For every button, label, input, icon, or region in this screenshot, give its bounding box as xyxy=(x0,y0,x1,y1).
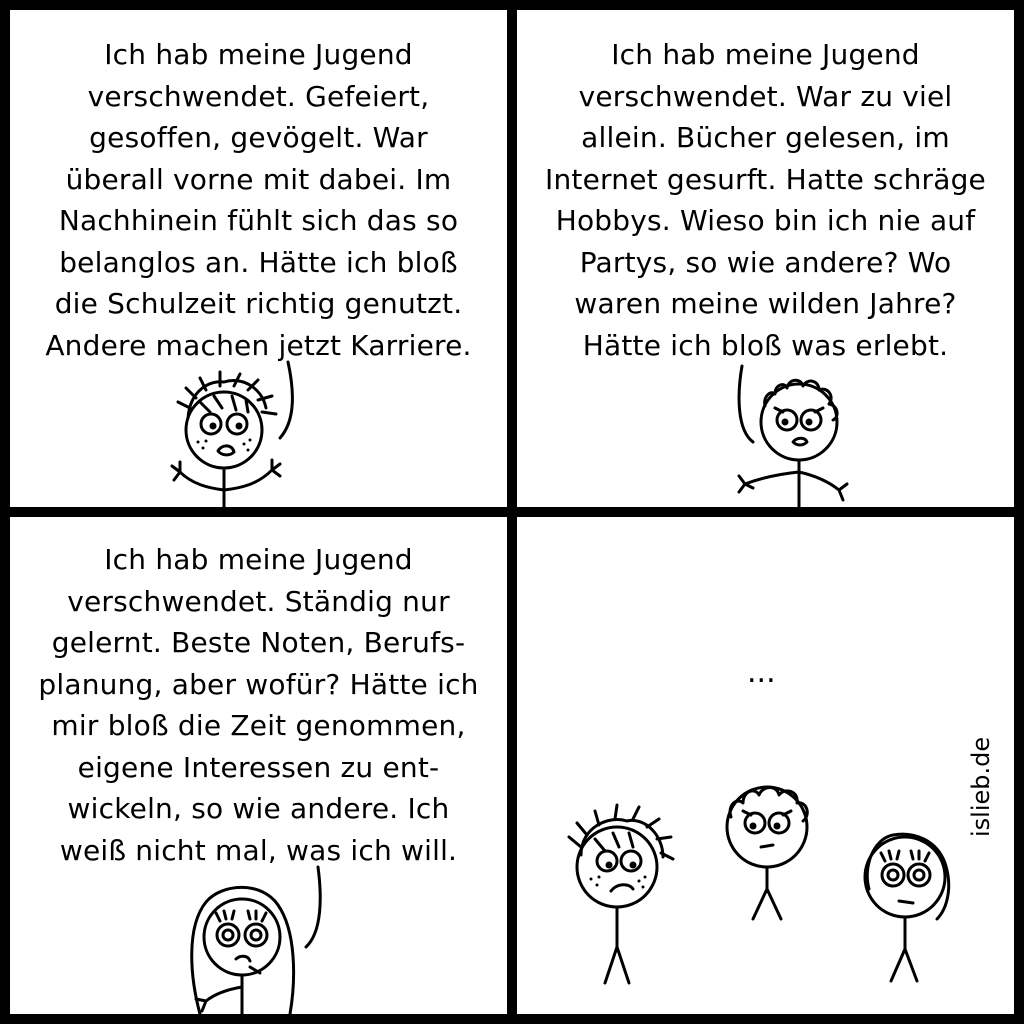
stick-figure-long-hair xyxy=(190,865,322,1014)
comic-panel-2: Ich hab meine Jugend verschwendet. War z… xyxy=(517,10,1014,507)
three-stick-figures xyxy=(567,785,951,985)
comic-panel-1: Ich hab meine Jugend verschwendet. Gefei… xyxy=(10,10,507,507)
comic-panel-4: ... islieb.de xyxy=(517,517,1014,1014)
stick-figure-messy-hair xyxy=(170,360,294,507)
stick-figure-curly-hair xyxy=(737,364,849,507)
comic-panel-3: Ich hab meine Jugend verschwendet. Ständ… xyxy=(10,517,507,1014)
